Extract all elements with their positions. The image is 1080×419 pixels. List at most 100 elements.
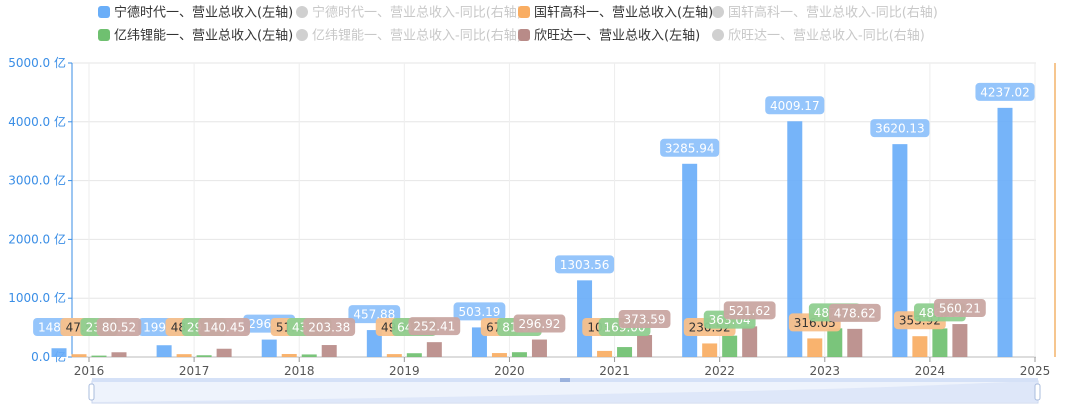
bar [71, 354, 87, 357]
legend-label: 宁德时代一、营业总收入(左轴) [114, 5, 293, 21]
chart-legend: 宁德时代一、营业总收入(左轴) 宁德时代一、营业总收入-同比(右轴) 国轩高科一、营… [98, 5, 938, 44]
bar [637, 335, 653, 357]
legend-swatch-icon [98, 6, 110, 18]
x-tick-label: 2023 [810, 364, 841, 378]
legend-swatch-icon [518, 6, 530, 18]
bar [511, 352, 527, 357]
data-label: 4237.02 [975, 82, 1035, 101]
data-label-text: 1303.56 [560, 258, 610, 272]
legend-swatch-icon [296, 6, 308, 18]
legend-swatch-icon [296, 29, 308, 41]
data-label-text: 4237.02 [980, 85, 1030, 99]
bar [997, 107, 1013, 357]
bar [281, 353, 297, 357]
legend-item[interactable]: 宁德时代一、营业总收入(左轴) [98, 5, 293, 21]
bar [932, 328, 948, 357]
data-label-text: 80.52 [102, 321, 136, 335]
data-label: 503.19 [453, 302, 506, 321]
revenue-bar-chart: 宁德时代一、营业总收入(左轴) 宁德时代一、营业总收入-同比(右轴) 国轩高科一、营… [8, 5, 1056, 404]
bar [491, 353, 507, 357]
data-zoom-slider[interactable] [88, 378, 1041, 404]
bar [807, 338, 823, 357]
legend-label: 亿纬锂能一、营业总收入(左轴) [114, 29, 293, 44]
x-axis: 2016 2017 2018 2019 2020 2021 2022 2023 2024 2025 [74, 357, 1051, 378]
bar [912, 336, 928, 357]
x-tick-label: 2018 [284, 364, 315, 378]
legend-item[interactable]: 国轩高科一、营业总收入-同比(右轴) [712, 5, 938, 21]
bar [111, 352, 127, 357]
x-tick-label: 2025 [1020, 364, 1051, 378]
zoom-left-handle-icon[interactable] [88, 383, 95, 401]
bar [321, 345, 337, 357]
data-label: 1303.56 [555, 255, 615, 274]
legend-label: 欣旺达一、营业总收入-同比(右轴) [728, 29, 925, 44]
y-tick-label: 5000.0 亿 [8, 55, 66, 70]
data-label-text: 203.38 [308, 321, 350, 335]
data-label: 4009.17 [765, 96, 825, 115]
bar [597, 350, 613, 357]
y-tick-label: 1000.0 亿 [8, 290, 66, 305]
y-tick-label: 4000.0 亿 [8, 114, 66, 129]
bar [952, 324, 968, 357]
zoom-drag-handle-icon[interactable] [560, 378, 570, 382]
legend-swatch-icon [712, 6, 724, 18]
data-label: 3285.94 [660, 138, 720, 157]
bar [386, 354, 402, 357]
data-label: 560.21 [933, 299, 986, 318]
legend-label: 国轩高科一、营业总收入-同比(右轴) [728, 5, 938, 21]
bar [406, 353, 422, 357]
bar [261, 339, 277, 357]
legend-item[interactable]: 宁德时代一、营业总收入-同比(右轴) [296, 5, 522, 21]
data-label: 3620.13 [870, 119, 930, 138]
bar [426, 342, 442, 357]
legend-swatch-icon [518, 29, 530, 41]
legend-swatch-icon [712, 29, 724, 41]
x-tick-label: 2021 [599, 364, 630, 378]
y-tick-label: 3000.0 亿 [8, 173, 66, 188]
zoom-right-handle-icon[interactable] [1034, 383, 1041, 401]
data-label: 296.92 [513, 314, 566, 333]
legend-label: 国轩高科一、营业总收入(左轴) [534, 5, 713, 21]
legend-label: 宁德时代一、营业总收入-同比(右轴) [312, 5, 522, 21]
x-tick-label: 2024 [915, 364, 946, 378]
data-label-text: 296.92 [518, 317, 560, 331]
chart-grid [72, 62, 1036, 358]
data-label: 140.45 [198, 318, 251, 336]
data-label: 521.62 [723, 301, 776, 320]
legend-label: 欣旺达一、营业总收入(左轴) [534, 29, 700, 44]
bar [301, 354, 317, 357]
legend-item[interactable]: 亿纬锂能一、营业总收入(左轴) [98, 29, 293, 44]
data-label-text: 140.45 [203, 321, 245, 335]
bar [156, 345, 172, 357]
bar [827, 328, 843, 357]
bar [176, 354, 192, 357]
x-tick-label: 2017 [179, 364, 210, 378]
legend-item[interactable]: 亿纬锂能一、营业总收入-同比(右轴) [296, 29, 522, 44]
legend-swatch-icon [98, 29, 110, 41]
legend-item[interactable]: 欣旺达一、营业总收入-同比(右轴) [712, 29, 925, 44]
x-tick-label: 2022 [704, 364, 735, 378]
data-label-text: 373.59 [624, 313, 666, 327]
bar [196, 355, 212, 357]
bar [617, 347, 633, 357]
data-label-text: 3620.13 [875, 122, 925, 136]
bar [722, 335, 738, 357]
data-label: 478.62 [828, 303, 881, 322]
bar [847, 328, 863, 357]
bar [91, 355, 107, 357]
legend-item[interactable]: 国轩高科一、营业总收入(左轴) [518, 5, 713, 21]
bar [216, 348, 232, 357]
bar [51, 348, 67, 357]
legend-item[interactable]: 欣旺达一、营业总收入(左轴) [518, 29, 700, 44]
x-tick-label: 2019 [389, 364, 420, 378]
data-label-text: 521.62 [729, 304, 771, 318]
y-tick-label: 2000.0 亿 [8, 231, 66, 246]
bar [531, 339, 547, 357]
legend-label: 亿纬锂能一、营业总收入-同比(右轴) [312, 29, 522, 44]
data-label-text: 4009.17 [770, 99, 820, 113]
data-label-text: 503.19 [458, 305, 500, 319]
bar [742, 326, 758, 357]
data-label-text: 478.62 [834, 306, 876, 320]
x-tick-label: 2020 [494, 364, 525, 378]
data-label: 80.52 [96, 318, 142, 336]
